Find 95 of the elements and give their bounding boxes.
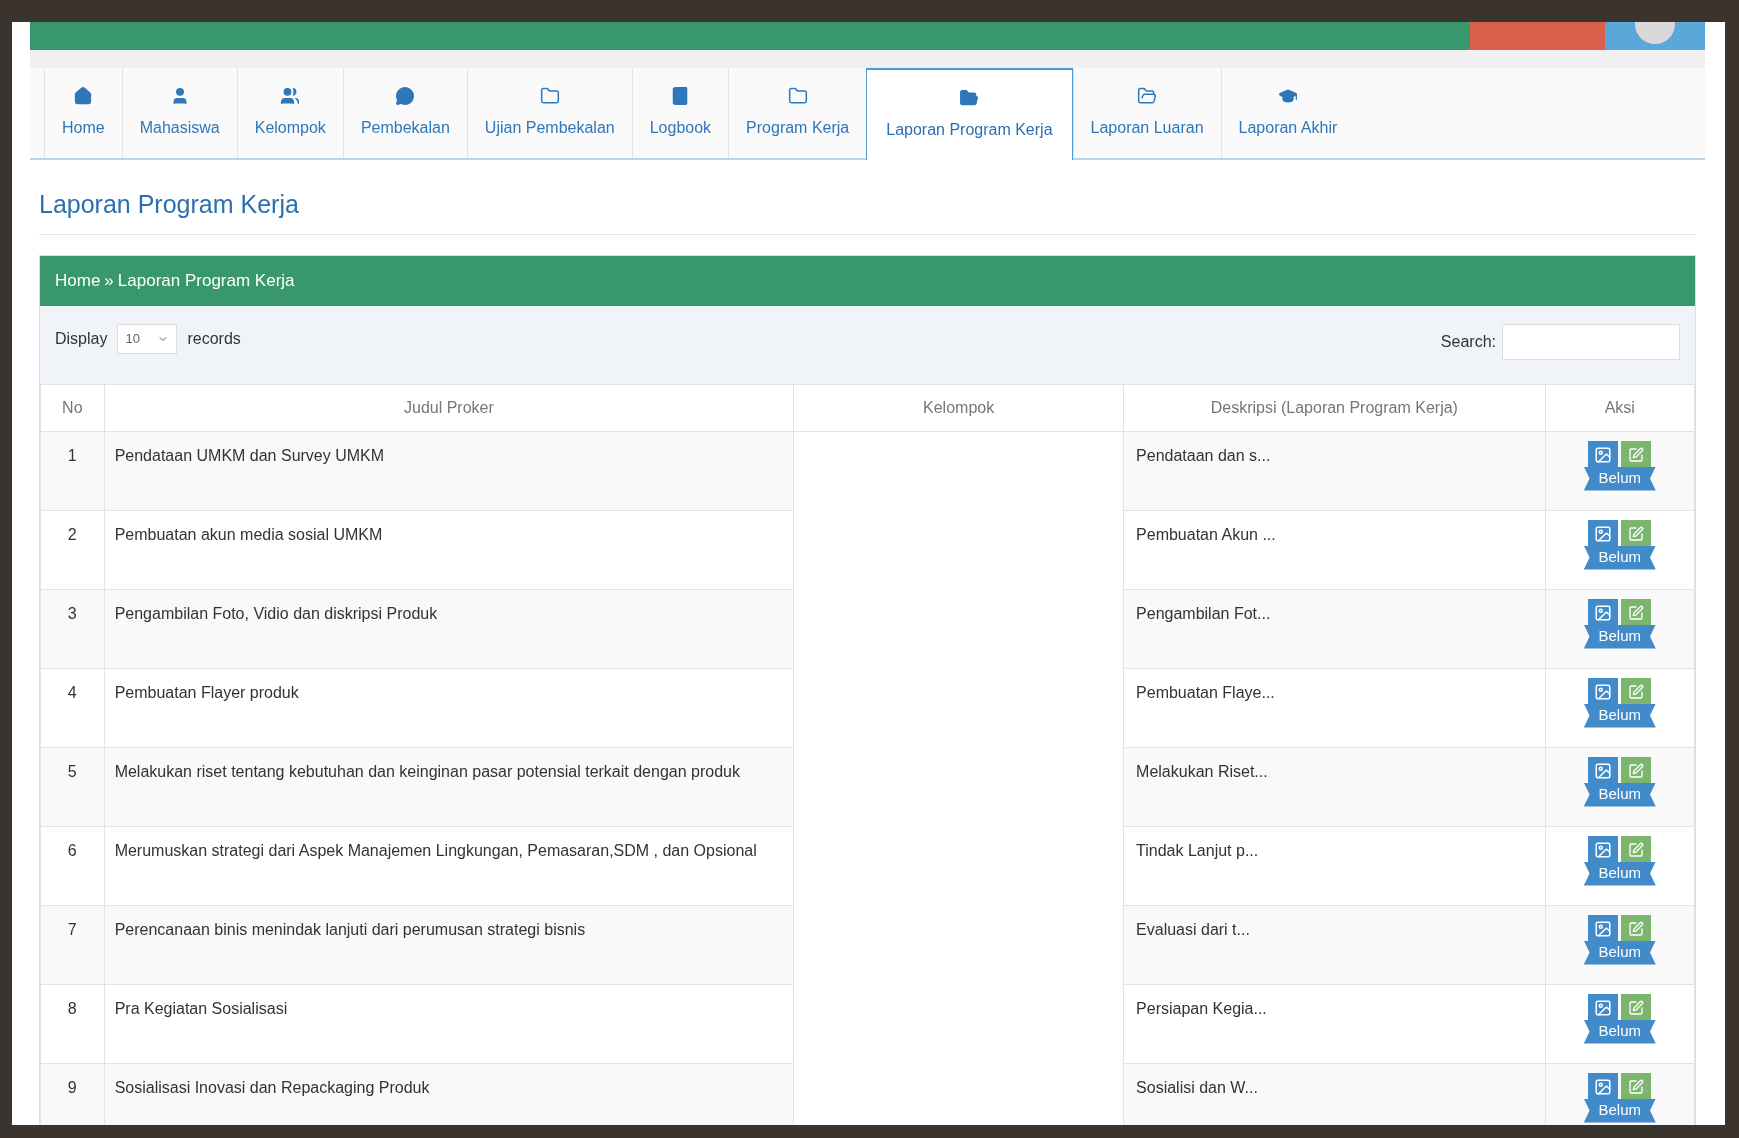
image-icon bbox=[1594, 998, 1613, 1017]
table-cell: Evaluasi dari t... bbox=[1123, 905, 1546, 984]
image-icon bbox=[1594, 603, 1613, 622]
search-field[interactable] bbox=[1502, 323, 1680, 360]
chat-icon bbox=[395, 86, 416, 106]
image-button[interactable] bbox=[1588, 677, 1619, 706]
column-header: Deskripsi (Laporan Program Kerja) bbox=[1123, 384, 1546, 431]
table-cell: 6 bbox=[40, 826, 105, 905]
image-icon bbox=[1594, 524, 1613, 543]
image-button[interactable] bbox=[1588, 519, 1619, 548]
edit-icon bbox=[1628, 604, 1645, 621]
edit-icon bbox=[1628, 446, 1645, 463]
nav-tab[interactable]: Ujian Pembekalan bbox=[466, 68, 632, 158]
column-header: No bbox=[40, 384, 105, 431]
table-cell: Tindak Lanjut p... bbox=[1123, 826, 1546, 905]
table-cell: Pembuatan Akun ... bbox=[1123, 510, 1546, 589]
edit-icon bbox=[1628, 525, 1645, 542]
nav-tab[interactable]: Mahasiswa bbox=[121, 68, 237, 158]
status-ribbon: Belum bbox=[1583, 466, 1656, 491]
status-ribbon: Belum bbox=[1583, 782, 1656, 807]
avatar-block[interactable] bbox=[1605, 22, 1705, 50]
search-label: Search: bbox=[1440, 331, 1496, 352]
edit-button[interactable] bbox=[1621, 914, 1652, 943]
table-cell: 1 bbox=[40, 431, 105, 510]
nav-tab[interactable]: Laporan Luaran bbox=[1072, 68, 1221, 158]
display-label: Display bbox=[55, 328, 108, 349]
image-button[interactable] bbox=[1588, 835, 1619, 864]
edit-button[interactable] bbox=[1621, 677, 1652, 706]
image-icon bbox=[1594, 761, 1613, 780]
nav-tab[interactable]: Home bbox=[44, 68, 122, 158]
edit-icon bbox=[1628, 683, 1645, 700]
table-cell: 9 bbox=[40, 1063, 105, 1125]
edit-button[interactable] bbox=[1621, 519, 1652, 548]
home-icon bbox=[73, 86, 94, 106]
edit-icon bbox=[1628, 920, 1645, 937]
image-button[interactable] bbox=[1588, 440, 1619, 469]
image-icon bbox=[1594, 445, 1613, 464]
edit-button[interactable] bbox=[1621, 440, 1652, 469]
image-button[interactable] bbox=[1588, 756, 1619, 785]
avatar-icon bbox=[1635, 22, 1675, 44]
open-folder-icon bbox=[959, 88, 980, 108]
table-cell: Persiapan Kegia... bbox=[1123, 984, 1546, 1063]
edit-icon bbox=[1628, 999, 1645, 1016]
table-cell: Pengambilan Fot... bbox=[1123, 589, 1546, 668]
edit-button[interactable] bbox=[1621, 756, 1652, 785]
folder-icon bbox=[539, 86, 560, 106]
edit-button[interactable] bbox=[1621, 835, 1652, 864]
image-icon bbox=[1594, 682, 1613, 701]
open-folder-icon bbox=[1137, 86, 1158, 106]
edit-button[interactable] bbox=[1621, 1072, 1652, 1101]
status-ribbon: Belum bbox=[1583, 940, 1656, 965]
nav-tab[interactable]: Logbook bbox=[631, 68, 729, 158]
image-button[interactable] bbox=[1588, 914, 1619, 943]
table-cell: 4 bbox=[40, 668, 105, 747]
status-ribbon: Belum bbox=[1583, 703, 1656, 728]
page-title: Laporan Program Kerja bbox=[39, 160, 1696, 235]
table-cell: Pembuatan Flaye... bbox=[1123, 668, 1546, 747]
records-select[interactable]: 10 bbox=[117, 323, 178, 354]
image-button[interactable] bbox=[1588, 1072, 1619, 1101]
image-button[interactable] bbox=[1588, 598, 1619, 627]
breadcrumb-link[interactable]: Home bbox=[55, 267, 101, 294]
column-header: Aksi bbox=[1545, 384, 1695, 431]
image-icon bbox=[1594, 1077, 1613, 1096]
edit-icon bbox=[1628, 762, 1645, 779]
breadcrumb-current: Laporan Program Kerja bbox=[117, 269, 295, 292]
folder-icon bbox=[787, 86, 808, 106]
table-cell: 8 bbox=[40, 984, 105, 1063]
table-cell: Melakukan Riset... bbox=[1123, 747, 1546, 826]
nav-tab[interactable]: Kelompok bbox=[236, 68, 343, 158]
nav-tab[interactable]: Pembekalan bbox=[342, 68, 467, 158]
breadcrumb-separator: » bbox=[104, 269, 114, 292]
column-header: Kelompok bbox=[793, 384, 1124, 431]
users-icon bbox=[280, 86, 301, 106]
image-icon bbox=[1594, 840, 1613, 859]
status-ribbon: Belum bbox=[1583, 1098, 1656, 1123]
table-cell: 3 bbox=[40, 589, 105, 668]
nav-tab[interactable]: Laporan Program Kerja bbox=[866, 68, 1073, 160]
status-ribbon: Belum bbox=[1583, 1019, 1656, 1044]
table-cell: Pendataan dan s... bbox=[1123, 431, 1546, 510]
status-ribbon: Belum bbox=[1583, 861, 1656, 886]
image-button[interactable] bbox=[1588, 993, 1619, 1022]
table-cell: Pendataan UMKM dan Survey UMKM bbox=[104, 431, 794, 510]
status-ribbon: Belum bbox=[1583, 624, 1656, 649]
column-header: Judul Proker bbox=[104, 384, 794, 431]
edit-button[interactable] bbox=[1621, 993, 1652, 1022]
edit-icon bbox=[1628, 1078, 1645, 1095]
table-cell: 2 bbox=[40, 510, 105, 589]
edit-icon bbox=[1628, 841, 1645, 858]
table-cell: 7 bbox=[40, 905, 105, 984]
status-ribbon: Belum bbox=[1583, 545, 1656, 570]
image-icon bbox=[1594, 919, 1613, 938]
records-label: records bbox=[187, 328, 241, 349]
table-cell: 5 bbox=[40, 747, 105, 826]
nav-tab[interactable]: Laporan Akhir bbox=[1220, 68, 1355, 158]
edit-button[interactable] bbox=[1621, 598, 1652, 627]
